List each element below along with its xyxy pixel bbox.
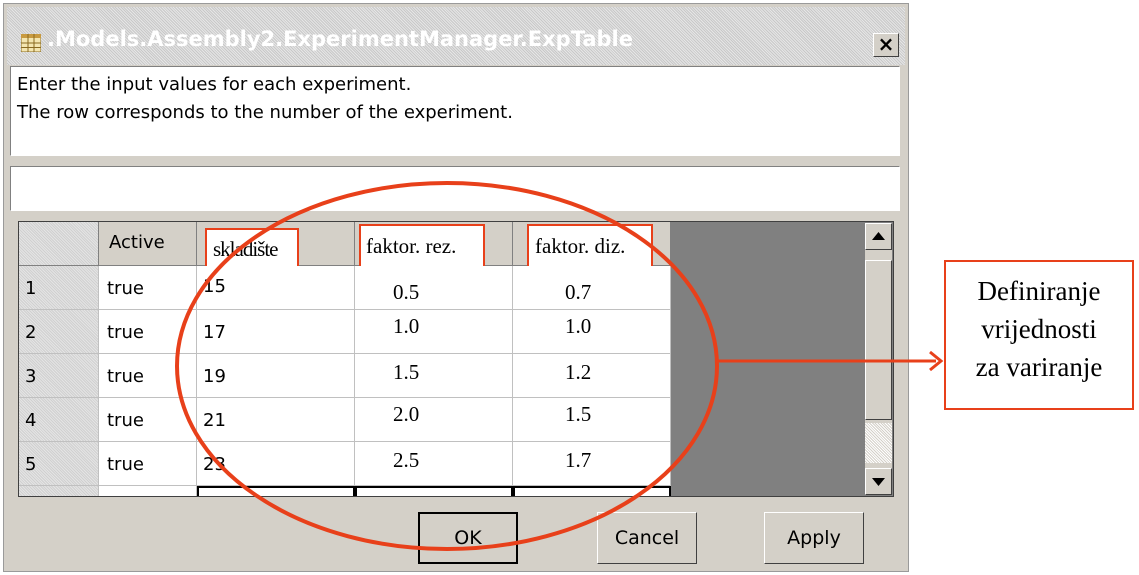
callout-line-1: Definiranje	[977, 276, 1101, 306]
callout-line-2: vrijednosti	[981, 314, 1097, 344]
highlight-ellipse	[175, 181, 719, 551]
annotation-callout: Definiranje vrijednosti za variranje	[944, 260, 1134, 410]
callout-line-3: za variranje	[975, 352, 1103, 382]
